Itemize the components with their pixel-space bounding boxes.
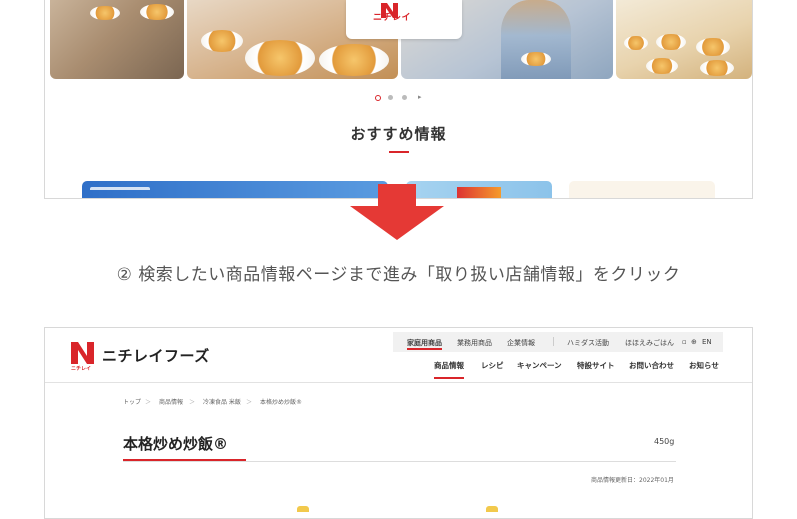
breadcrumb-current: 本格炒め炒飯® (260, 399, 303, 406)
utility-nav-company[interactable]: 企業情報 (507, 338, 535, 348)
section-title: おすすめ情報 (350, 125, 447, 143)
breadcrumb-frozen-rice[interactable]: 冷凍食品 米飯 (203, 397, 241, 406)
down-arrow-icon (350, 184, 444, 240)
breadcrumb-separator: ＞ (189, 399, 196, 406)
nav-divider (45, 382, 752, 383)
carousel-dot-1[interactable] (375, 95, 381, 101)
utility-nav-business-products[interactable]: 業務用商品 (457, 338, 492, 348)
nichirei-logo-card: ニチレイ (346, 0, 462, 39)
recommend-card-3[interactable] (569, 181, 715, 198)
logo-text: ニチレイ (373, 13, 412, 23)
main-nav-news[interactable]: お知らせ (689, 360, 719, 371)
hero-carousel[interactable]: ニチレイ (50, 0, 752, 79)
utility-nav-hamidas[interactable]: ハミダス活動 (567, 338, 609, 348)
product-image-peek (297, 506, 309, 512)
carousel-next-icon[interactable]: ▸ (418, 94, 422, 101)
breadcrumb-separator: ＞ (246, 399, 253, 406)
brand-mark-text: ニチレイ (71, 366, 92, 372)
breadcrumb-products[interactable]: 商品情報 (159, 397, 183, 406)
step-instruction: ② 検索したい商品情報ページまで進み「取り扱い店舗情報」をクリック (116, 265, 681, 285)
main-nav-products[interactable]: 商品情報 (434, 360, 464, 379)
brand-name: ニチレイフーズ (102, 347, 210, 365)
product-weight: 450g (654, 437, 675, 446)
utility-nav-english[interactable]: EN (702, 338, 712, 346)
product-title: 本格炒め炒飯® (123, 435, 229, 453)
product-image-peek (486, 506, 498, 512)
utility-nav-hohoemi[interactable]: ほほえみごはん (625, 338, 674, 348)
carousel-photo-table (616, 0, 752, 79)
product-updated-date: 商品情報更新日：2022年01月 (591, 477, 674, 484)
homepage-screenshot: ニチレイ ▸ おすすめ情報 (44, 0, 753, 199)
carousel-dot-3[interactable] (402, 95, 407, 100)
breadcrumb-separator: ＞ (145, 399, 152, 406)
globe-icon: ⊕ (691, 338, 697, 346)
main-nav-contact[interactable]: お問い合わせ (629, 360, 674, 371)
external-link-icon: ▫ (682, 338, 687, 346)
product-title-rule (123, 461, 676, 462)
utility-nav: 家庭用商品 業務用商品 企業情報 ハミダス活動 ほほえみごはん ▫ ⊕ EN (393, 332, 723, 352)
product-page-screenshot: ニチレイ ニチレイフーズ 家庭用商品 業務用商品 企業情報 ハミダス活動 ほほえ… (44, 327, 753, 519)
carousel-photo-family (50, 0, 184, 79)
carousel-dot-2[interactable] (388, 95, 393, 100)
utility-nav-home-products[interactable]: 家庭用商品 (407, 338, 442, 350)
section-title-underline (389, 151, 409, 153)
recommend-card-1[interactable] (82, 181, 388, 198)
main-nav-special-sites[interactable]: 特設サイト (577, 360, 615, 371)
breadcrumb-top[interactable]: トップ (123, 397, 141, 406)
main-nav-campaign[interactable]: キャンペーン (517, 360, 562, 371)
main-nav-recipes[interactable]: レシピ (481, 360, 504, 371)
